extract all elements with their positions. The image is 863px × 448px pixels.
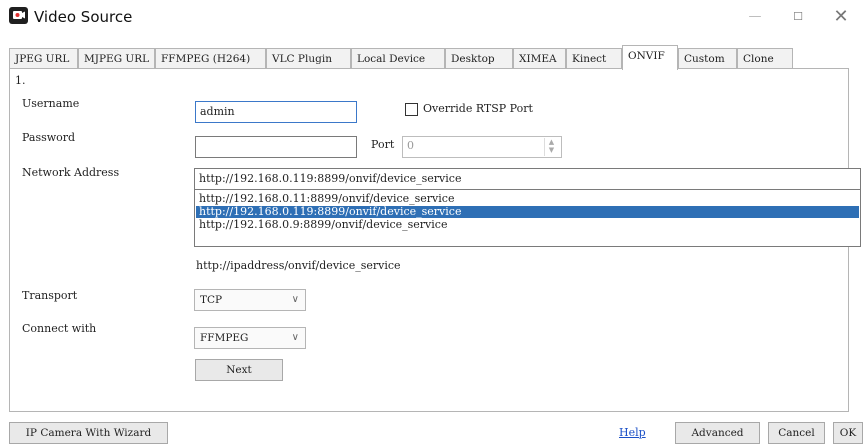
network-address-label: Network Address <box>22 166 120 179</box>
password-input[interactable] <box>195 136 357 158</box>
chevron-down-icon: ∨ <box>291 294 299 305</box>
port-label: Port <box>371 138 395 151</box>
next-button[interactable]: Next <box>195 359 283 381</box>
ip-camera-wizard-button[interactable]: IP Camera With Wizard <box>9 422 168 444</box>
transport-value: TCP <box>200 294 223 306</box>
tab-local-device[interactable]: Local Device <box>351 48 445 69</box>
port-spinner: ▲ ▼ <box>544 138 558 156</box>
advanced-button[interactable]: Advanced <box>675 422 760 444</box>
window-title: Video Source <box>34 8 133 26</box>
port-input: 0 ▲ ▼ <box>402 136 562 158</box>
connect-with-label: Connect with <box>22 322 97 335</box>
tab-ffmpeg-h264[interactable]: FFMPEG (H264) <box>155 48 266 69</box>
close-button[interactable]: ✕ <box>819 2 863 32</box>
help-link[interactable]: Help <box>619 426 646 439</box>
tab-onvif[interactable]: ONVIF <box>622 45 678 70</box>
port-value: 0 <box>407 139 414 152</box>
tab-custom[interactable]: Custom <box>678 48 737 69</box>
password-label: Password <box>22 131 76 144</box>
address-option-selected[interactable]: http://192.168.0.119:8899/onvif/device_s… <box>196 206 859 218</box>
cancel-button[interactable]: Cancel <box>768 422 825 444</box>
connect-with-value: FFMPEG <box>200 332 249 344</box>
tab-desktop[interactable]: Desktop <box>445 48 513 69</box>
ok-button[interactable]: OK <box>833 422 863 444</box>
transport-select[interactable]: TCP ∨ <box>194 289 306 311</box>
username-label: Username <box>22 97 80 110</box>
chevron-down-icon: ∨ <box>291 332 299 343</box>
network-address-dropdown-list: http://192.168.0.11:8899/onvif/device_se… <box>194 189 861 247</box>
transport-label: Transport <box>22 289 78 302</box>
tab-ximea[interactable]: XIMEA <box>513 48 566 69</box>
video-source-app-icon <box>9 7 28 24</box>
override-rtsp-checkbox[interactable] <box>405 103 418 116</box>
tab-kinect[interactable]: Kinect <box>566 48 622 69</box>
connect-with-select[interactable]: FFMPEG ∨ <box>194 327 306 349</box>
minimize-button[interactable]: — <box>733 2 777 32</box>
maximize-button[interactable]: ☐ <box>776 2 820 32</box>
username-input[interactable]: admin <box>195 101 357 123</box>
tab-mjpeg-url[interactable]: MJPEG URL <box>78 48 155 69</box>
address-option[interactable]: http://192.168.0.11:8899/onvif/device_se… <box>196 193 859 205</box>
tab-jpeg-url[interactable]: JPEG URL <box>9 48 78 69</box>
address-option[interactable]: http://192.168.0.9:8899/onvif/device_ser… <box>196 219 859 231</box>
override-rtsp-label: Override RTSP Port <box>423 102 533 115</box>
step-number: 1. <box>15 74 26 87</box>
network-address-input[interactable]: http://192.168.0.119:8899/onvif/device_s… <box>194 168 861 190</box>
tab-clone[interactable]: Clone <box>737 48 793 69</box>
tab-vlc-plugin[interactable]: VLC Plugin <box>266 48 351 69</box>
address-format-hint: http://ipaddress/onvif/device_service <box>196 259 401 272</box>
